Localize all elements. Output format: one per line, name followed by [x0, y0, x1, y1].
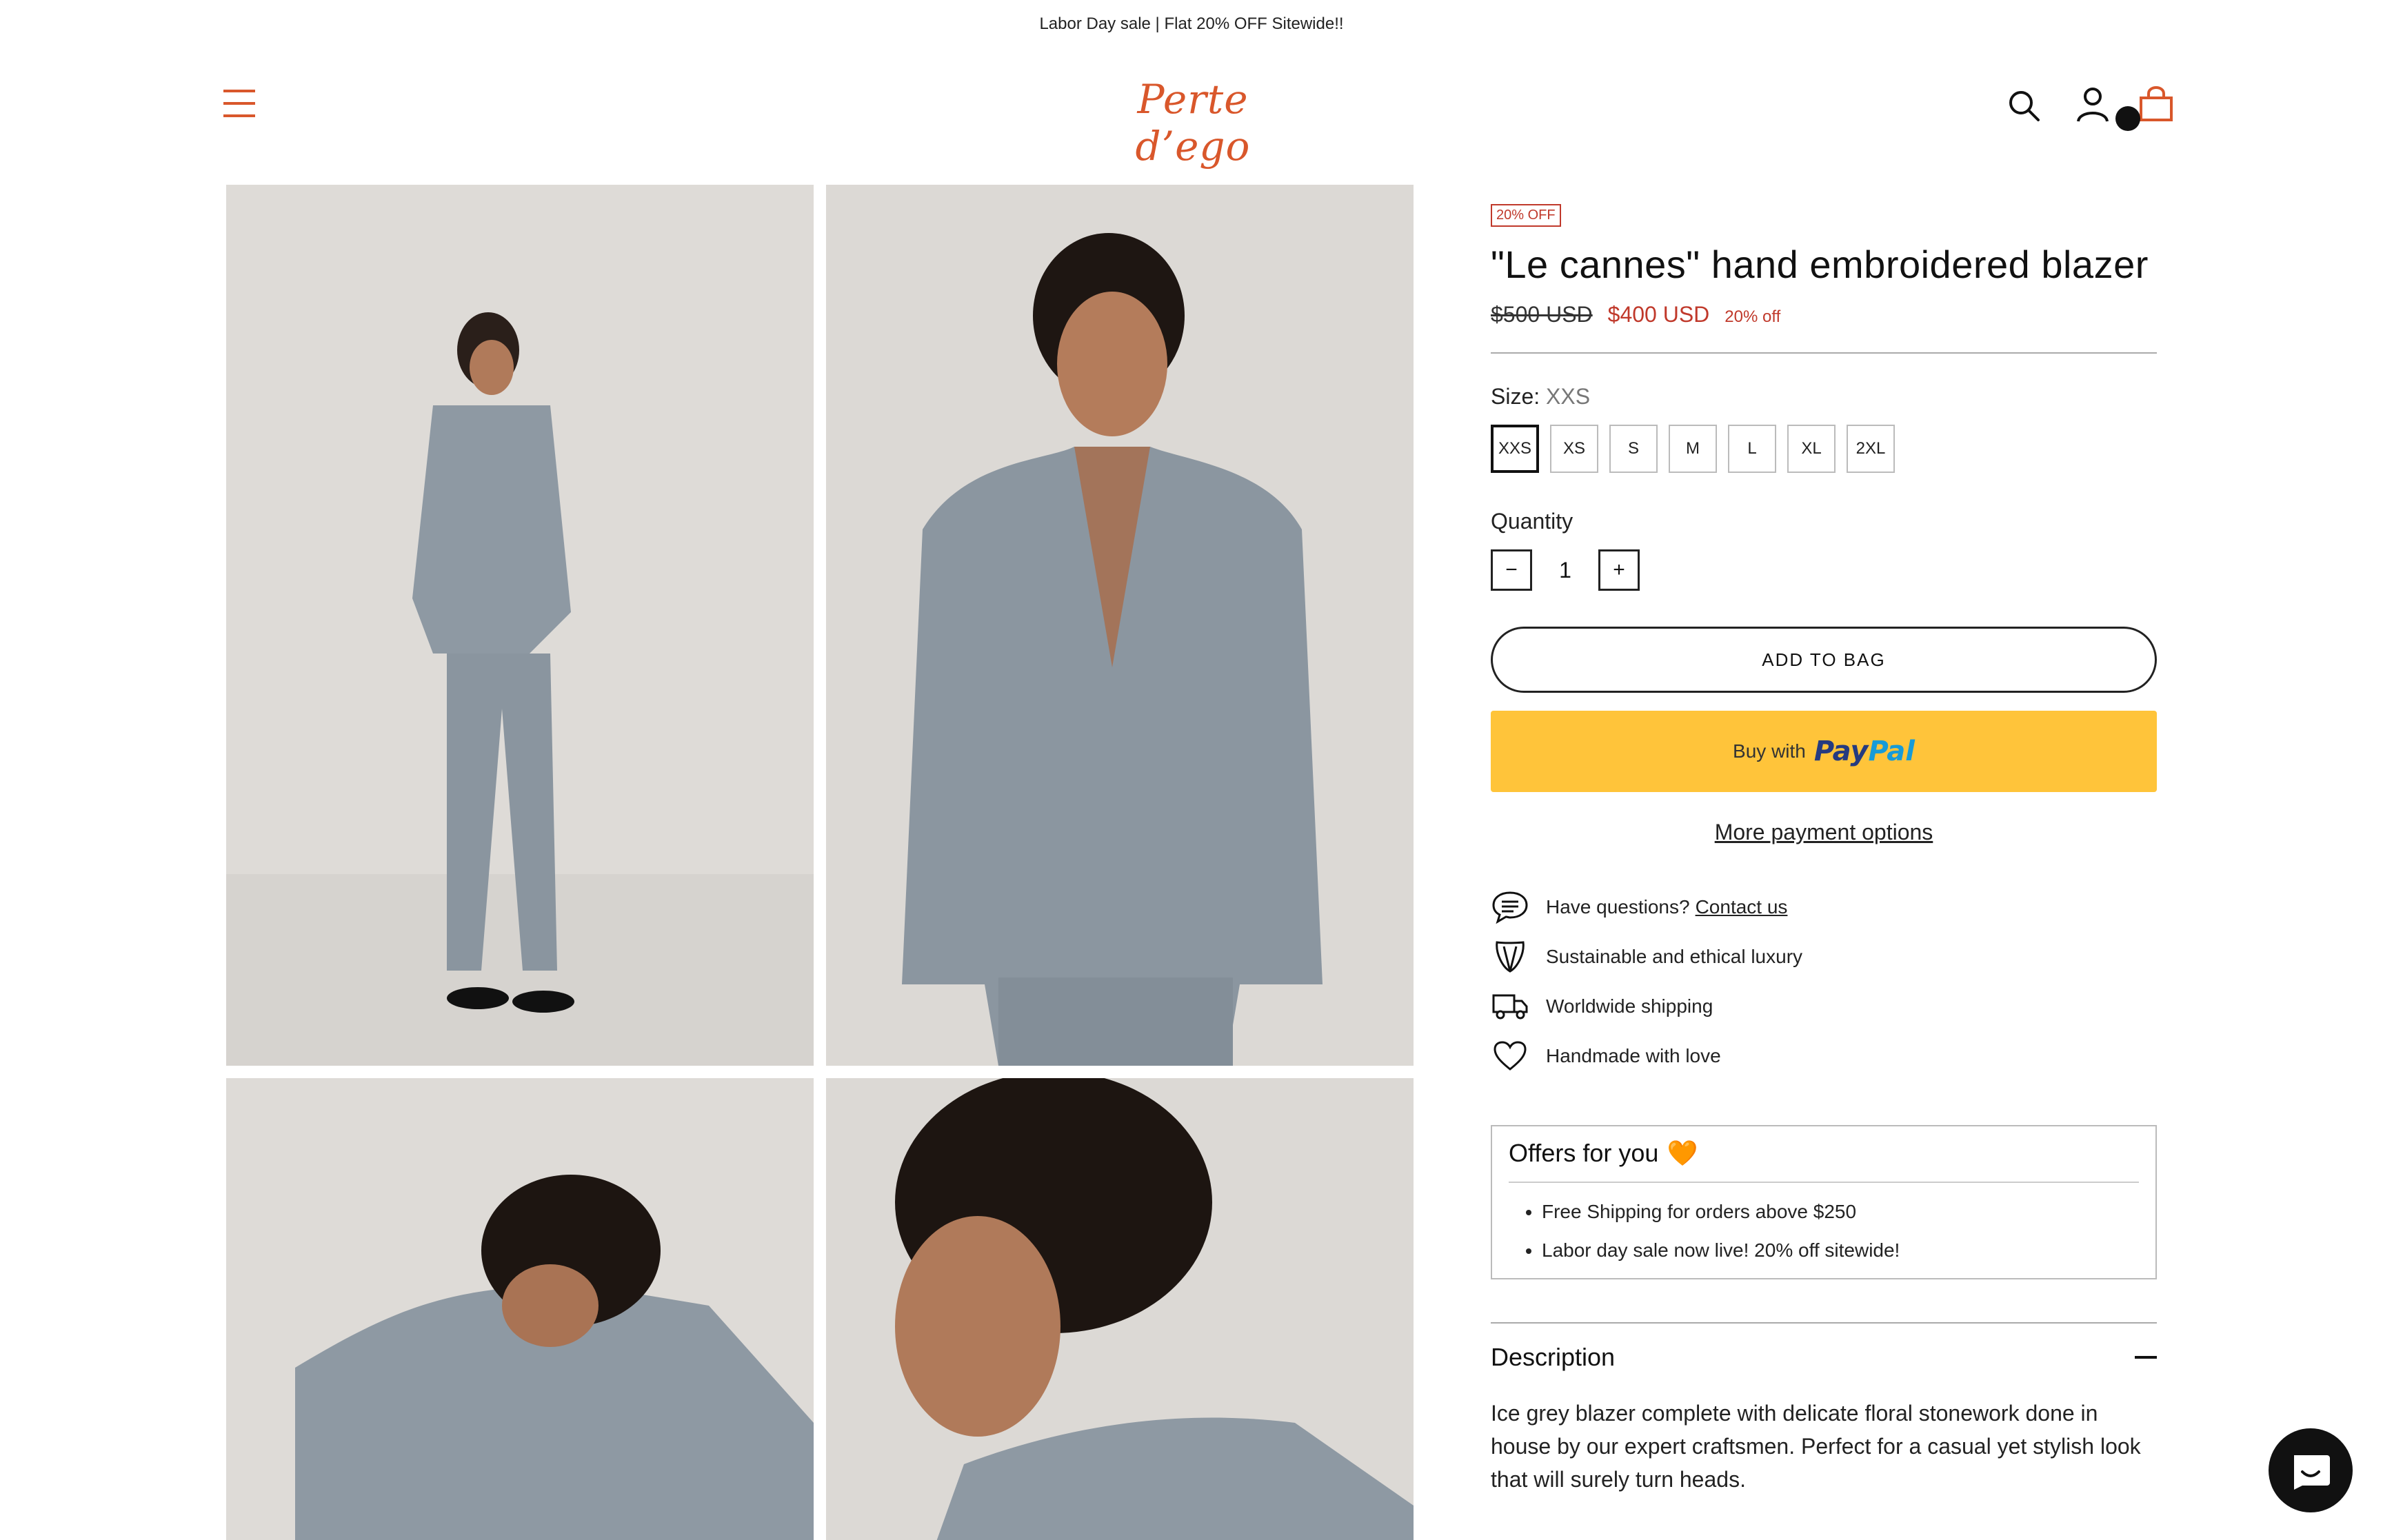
product-photo-full-body[interactable] — [226, 185, 814, 1066]
feature-handmade: Handmade with love — [1491, 1031, 2157, 1081]
size-option-m[interactable]: M — [1669, 425, 1717, 473]
size-option-xxs[interactable]: XXS — [1491, 425, 1539, 473]
description-accordion-header[interactable]: Description — [1491, 1322, 2157, 1372]
size-heading: Size: XXS — [1491, 384, 2157, 409]
offers-title: Offers for you 🧡 — [1509, 1139, 2139, 1183]
menu-button[interactable] — [223, 90, 255, 119]
description-title: Description — [1491, 1343, 1616, 1371]
offers-box: Offers for you 🧡 Free Shipping for order… — [1491, 1125, 2157, 1279]
product-info: 20% OFF "Le cannes" hand embroidered bla… — [1491, 204, 2157, 1496]
size-label: Size: — [1491, 384, 1540, 409]
cart-icon[interactable] — [2138, 84, 2175, 123]
feature-shipping: Worldwide shipping — [1491, 982, 2157, 1031]
account-icon[interactable] — [2075, 85, 2110, 124]
paypal-buy-with-label: Buy with — [1733, 740, 1806, 762]
size-option-2xl[interactable]: 2XL — [1847, 425, 1895, 473]
offers-list: Free Shipping for orders above $250 Labo… — [1509, 1201, 2139, 1262]
site-header: Perte d’ego — [0, 48, 2383, 170]
size-option-xs[interactable]: XS — [1550, 425, 1598, 473]
product-photo-detail-down[interactable] — [226, 1078, 814, 1540]
description-text: Ice grey blazer complete with delicate f… — [1491, 1401, 2141, 1492]
size-options: XXS XS S M L XL 2XL — [1491, 425, 2157, 473]
leaf-icon — [1491, 938, 1529, 976]
selected-size: XXS — [1546, 384, 1591, 409]
menu-icon-line — [223, 102, 255, 105]
paypal-logo: PayPal — [1814, 736, 1915, 767]
offer-item: Free Shipping for orders above $250 — [1542, 1201, 2139, 1223]
chat-icon — [2294, 1455, 2330, 1490]
size-option-s[interactable]: S — [1609, 425, 1658, 473]
add-to-bag-button[interactable]: ADD TO BAG — [1491, 627, 2157, 693]
feature-questions: Have questions? Contact us — [1491, 882, 2157, 932]
chat-widget-button[interactable] — [2269, 1428, 2353, 1512]
menu-icon-line — [223, 114, 255, 117]
sale-price: $400 USD — [1607, 302, 1710, 327]
shipping-text: Worldwide shipping — [1546, 995, 1713, 1017]
offer-item: Labor day sale now live! 20% off sitewid… — [1542, 1239, 2139, 1262]
delivery-truck-icon — [1491, 987, 1529, 1026]
compare-price: $500 USD — [1491, 302, 1593, 327]
quantity-label: Quantity — [1491, 509, 1573, 534]
offers-title-text: Offers for you — [1509, 1139, 1659, 1167]
decrease-quantity-button[interactable]: − — [1491, 549, 1532, 591]
questions-text: Have questions? — [1546, 896, 1690, 918]
contact-us-link[interactable]: Contact us — [1696, 896, 1788, 918]
product-photo-front[interactable] — [826, 185, 1414, 1066]
chat-bubble-icon — [1491, 888, 1529, 926]
product-gallery — [226, 185, 1414, 1540]
paypal-logo-part-1: Pay — [1813, 736, 1869, 767]
paypal-logo-part-2: Pal — [1868, 736, 1915, 767]
divider — [1491, 352, 2157, 354]
quantity-stepper: − 1 + — [1491, 549, 2157, 591]
size-option-xl[interactable]: XL — [1787, 425, 1836, 473]
increase-quantity-button[interactable]: + — [1598, 549, 1640, 591]
menu-icon-line — [223, 90, 255, 92]
price-row: $500 USD $400 USD 20% off — [1491, 302, 2157, 327]
search-icon[interactable] — [2007, 88, 2041, 123]
orange-heart-icon: 🧡 — [1667, 1139, 1698, 1167]
more-payment-options-link[interactable]: More payment options — [1491, 820, 2157, 845]
handmade-text: Handmade with love — [1546, 1045, 1721, 1066]
product-title: "Le cannes" hand embroidered blazer — [1491, 243, 2149, 286]
cart-count-dot — [2115, 106, 2140, 131]
paypal-button[interactable]: Buy with PayPal — [1491, 711, 2157, 792]
sustainable-text: Sustainable and ethical luxury — [1546, 946, 1803, 967]
announcement-text: Labor Day sale | Flat 20% OFF Sitewide!! — [1039, 14, 1344, 33]
discount-badge: 20% OFF — [1491, 204, 1561, 227]
discount-label: 20% off — [1725, 307, 1781, 326]
collapse-minus-icon[interactable] — [2135, 1356, 2157, 1359]
feature-sustainable: Sustainable and ethical luxury — [1491, 932, 2157, 982]
announcement-bar: Labor Day sale | Flat 20% OFF Sitewide!! — [0, 0, 2383, 48]
quantity-value[interactable]: 1 — [1532, 558, 1598, 583]
product-photo-profile[interactable] — [826, 1078, 1414, 1540]
heart-icon — [1491, 1037, 1529, 1075]
feature-list: Have questions? Contact us Sustainable a… — [1491, 882, 2157, 1081]
brand-logo[interactable]: Perte d’ego — [1076, 76, 1310, 170]
size-option-l[interactable]: L — [1728, 425, 1776, 473]
